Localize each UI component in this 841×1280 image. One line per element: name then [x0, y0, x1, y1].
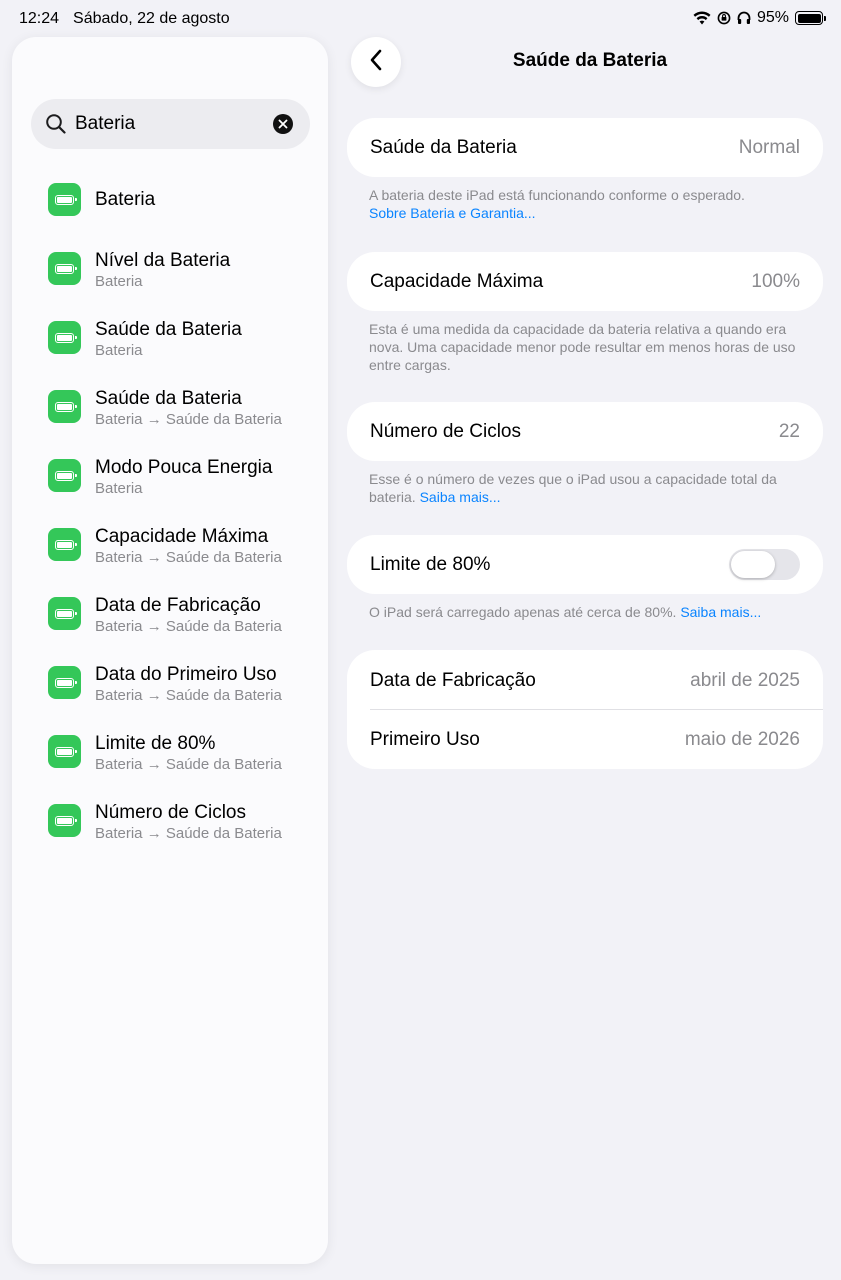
sidebar: Bateria Nível da Bateria Bateria Saúde d…	[12, 37, 328, 1264]
cycle-count-learn-more-link[interactable]: Saiba mais...	[420, 489, 501, 505]
max-capacity-row: Capacidade Máxima 100%	[347, 252, 823, 311]
result-first-use-date[interactable]: Data do Primeiro Uso Bateria → Saúde da …	[12, 653, 328, 713]
cycle-count-card: Número de Ciclos 22	[347, 402, 823, 461]
limit-80-toggle[interactable]	[729, 549, 800, 580]
result-title: Nível da Bateria	[95, 250, 231, 271]
result-battery-level[interactable]: Nível da Bateria Bateria	[12, 239, 328, 299]
battery-icon	[48, 321, 81, 354]
manufacture-date-label: Data de Fabricação	[370, 670, 536, 691]
chevron-left-icon	[369, 49, 383, 76]
result-limit-80[interactable]: Limite de 80% Bateria → Saúde da Bateria	[12, 722, 328, 782]
dates-card: Data de Fabricação abril de 2025 Primeir…	[347, 650, 823, 769]
battery-icon	[48, 597, 81, 630]
result-cycle-count[interactable]: Número de Ciclos Bateria → Saúde da Bate…	[12, 791, 328, 851]
result-title: Data de Fabricação	[95, 595, 261, 616]
battery-health-label: Saúde da Bateria	[370, 137, 517, 158]
result-subtitle: Bateria	[95, 273, 143, 290]
status-time: 12:24	[19, 10, 60, 27]
result-subtitle: Bateria → Saúde da Bateria	[95, 825, 282, 842]
battery-health-row: Saúde da Bateria Normal	[347, 118, 823, 177]
battery-percent: 95%	[756, 9, 789, 26]
limit-80-note-text: O iPad será carregado apenas até cerca d…	[369, 604, 677, 620]
limit-80-card: Limite de 80%	[347, 535, 823, 594]
page-title: Saúde da Bateria	[512, 50, 668, 71]
battery-icon	[48, 528, 81, 561]
max-capacity-note: Esta é uma medida da capacidade da bater…	[369, 321, 796, 373]
status-bar: 12:24 Sábado, 22 de agosto 95%	[0, 0, 841, 36]
result-battery[interactable]: Bateria	[12, 170, 328, 230]
limit-80-row: Limite de 80%	[347, 535, 823, 594]
result-title: Bateria	[95, 189, 156, 210]
battery-icon	[48, 183, 81, 216]
cycle-count-label: Número de Ciclos	[370, 421, 521, 442]
battery-health-card: Saúde da Bateria Normal	[347, 118, 823, 177]
first-use-label: Primeiro Uso	[370, 729, 480, 750]
result-title: Número de Ciclos	[95, 802, 246, 823]
screen-lock-icon	[717, 11, 731, 25]
result-subtitle: Bateria → Saúde da Bateria	[95, 687, 282, 704]
max-capacity-value: 100%	[751, 271, 800, 292]
search-input[interactable]	[75, 110, 255, 138]
first-use-row: Primeiro Uso maio de 2026	[347, 710, 823, 769]
cycle-count-value: 22	[778, 421, 800, 442]
result-subtitle: Bateria → Saúde da Bateria	[95, 549, 282, 566]
limit-80-note: O iPad será carregado apenas até cerca d…	[369, 603, 809, 621]
result-max-capacity[interactable]: Capacidade Máxima Bateria → Saúde da Bat…	[12, 515, 328, 575]
battery-icon	[48, 735, 81, 768]
headphones-icon	[737, 11, 751, 25]
battery-icon	[48, 459, 81, 492]
clear-search-icon[interactable]	[273, 114, 293, 134]
result-title: Saúde da Bateria	[95, 388, 242, 409]
result-title: Data do Primeiro Uso	[95, 664, 277, 685]
manufacture-date-row: Data de Fabricação abril de 2025	[347, 650, 823, 709]
result-subtitle: Bateria → Saúde da Bateria	[95, 411, 282, 428]
result-subtitle: Bateria	[95, 342, 143, 359]
result-subtitle: Bateria	[95, 480, 143, 497]
battery-icon	[48, 252, 81, 285]
cycle-count-note: Esse é o número de vezes que o iPad usou…	[369, 470, 809, 506]
limit-80-label: Limite de 80%	[370, 554, 491, 575]
result-title: Limite de 80%	[95, 733, 216, 754]
result-subtitle: Bateria → Saúde da Bateria	[95, 756, 282, 773]
result-subtitle: Bateria → Saúde da Bateria	[95, 618, 282, 635]
wifi-icon	[693, 11, 711, 25]
battery-icon	[48, 666, 81, 699]
search-field[interactable]	[31, 99, 310, 149]
battery-warranty-link[interactable]: Sobre Bateria e Garantia...	[369, 205, 536, 221]
status-date: Sábado, 22 de agosto	[73, 10, 230, 27]
result-title: Saúde da Bateria	[95, 319, 242, 340]
result-battery-health-sub[interactable]: Saúde da Bateria Bateria → Saúde da Bate…	[12, 377, 328, 437]
result-battery-health[interactable]: Saúde da Bateria Bateria	[12, 308, 328, 368]
limit-80-learn-more-link[interactable]: Saiba mais...	[680, 604, 761, 620]
manufacture-date-value: abril de 2025	[690, 670, 800, 691]
search-icon	[45, 113, 67, 140]
max-capacity-label: Capacidade Máxima	[370, 271, 544, 292]
result-low-power-mode[interactable]: Modo Pouca Energia Bateria	[12, 446, 328, 506]
battery-icon	[48, 390, 81, 423]
battery-health-value: Normal	[738, 137, 800, 158]
battery-icon	[795, 11, 826, 25]
result-manufacture-date[interactable]: Data de Fabricação Bateria → Saúde da Ba…	[12, 584, 328, 644]
result-title: Capacidade Máxima	[95, 526, 269, 547]
cycle-count-row: Número de Ciclos 22	[347, 402, 823, 461]
back-button[interactable]	[351, 37, 401, 87]
first-use-value: maio de 2026	[684, 729, 800, 750]
battery-health-note: A bateria deste iPad está funcionando co…	[369, 186, 809, 222]
max-capacity-card: Capacidade Máxima 100%	[347, 252, 823, 311]
battery-icon	[48, 804, 81, 837]
battery-health-note-text: A bateria deste iPad está funcionando co…	[369, 187, 745, 203]
result-title: Modo Pouca Energia	[95, 457, 273, 478]
